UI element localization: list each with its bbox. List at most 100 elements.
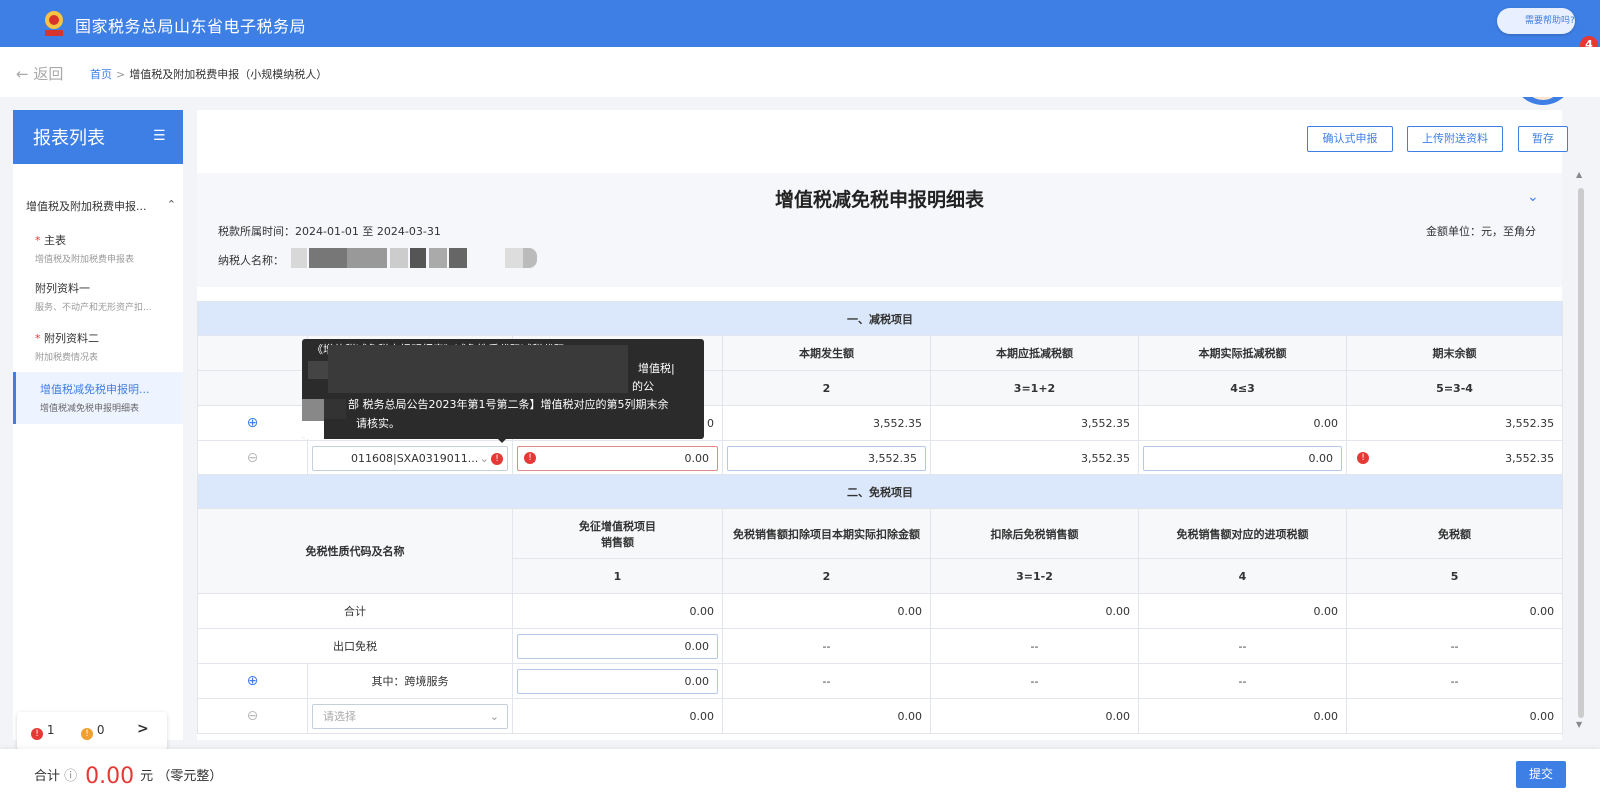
header-cell: 免税销售额对应的进项税额 xyxy=(1138,508,1347,559)
tooltip-line: 请核实。 xyxy=(356,417,400,430)
scrollbar[interactable]: ▲ ▼ xyxy=(1575,170,1585,730)
redacted-block xyxy=(308,361,328,379)
required-mark: * xyxy=(35,234,41,247)
add-row-icon[interactable]: ⊕ xyxy=(197,663,308,699)
amount-input[interactable]: 0.00 xyxy=(517,633,718,659)
chevron-down-icon: ⌄ xyxy=(479,451,489,465)
scroll-down-icon[interactable]: ▼ xyxy=(1576,720,1582,729)
tooltip-text: 增值税| xyxy=(638,362,675,375)
table-cell: -- xyxy=(722,663,931,699)
required-mark: * xyxy=(35,332,41,345)
taxpayer-label: 纳税人名称： xyxy=(218,254,284,267)
total-amount: 0.00 xyxy=(85,764,135,789)
header-cell: 扣除后免税销售额 xyxy=(930,508,1139,559)
header-cell: 本期实际抵减税额 xyxy=(1138,335,1347,371)
table-row: ⊖ 011608|SXA0319011... ⌄! ! 0.00 3,552.35 … xyxy=(197,440,1564,476)
error-count: 1 xyxy=(46,723,55,737)
table-row: 合计 0.00 0.00 0.00 0.00 0.00 xyxy=(197,593,1564,629)
relief-code-value: 011608|SXA0319011... xyxy=(351,451,479,465)
breadcrumb: 首页 > 增值税及附加税费申报（小规模纳税人） xyxy=(90,66,327,82)
sidebar-item-attachment-2[interactable]: * 附列资料二 附加税费情况表 xyxy=(35,330,183,363)
sidebar-item-attachment-1[interactable]: 附列资料一 服务、不动产和无形资产扣... xyxy=(35,280,183,313)
table-row: 出口免税 0.00 -- -- -- -- xyxy=(197,628,1564,664)
add-row-icon[interactable]: ⊕ xyxy=(197,405,308,441)
column-number: 4≤3 xyxy=(1138,370,1347,406)
upload-attachments-button[interactable]: 上传附送资料 xyxy=(1407,126,1503,152)
table-cell: 0.00 xyxy=(512,593,723,629)
header-cell xyxy=(197,370,308,406)
save-draft-button[interactable]: 暂存 xyxy=(1518,126,1568,152)
sidebar-item-desc: 增值税减免税申报明细表 xyxy=(40,404,140,414)
table-cell: 0.00 xyxy=(1138,440,1347,476)
amount-value: 3,552.35 xyxy=(1505,451,1555,465)
exemption-code-select[interactable]: 请选择 ⌄ xyxy=(312,703,508,729)
header-cell: 免税性质代码及名称 xyxy=(197,508,513,594)
chevron-up-icon[interactable]: ⌃ xyxy=(167,198,176,211)
scroll-thumb[interactable] xyxy=(1578,188,1584,718)
info-icon[interactable]: ⓘ xyxy=(64,769,77,784)
warning-icon: ! xyxy=(81,728,93,740)
sidebar-item-desc: 增值税及附加税费申报表 xyxy=(35,255,135,265)
table-cell: 请选择 ⌄ xyxy=(307,698,513,734)
amount-input[interactable]: 0.00 xyxy=(517,668,718,694)
table-cell: ! 0.00 xyxy=(512,440,723,476)
remove-row-icon[interactable]: ⊖ xyxy=(197,698,308,734)
redacted-block xyxy=(449,248,467,268)
error-icon: ! xyxy=(524,451,536,464)
amount-input[interactable]: 3,552.35 xyxy=(727,445,926,471)
sidebar-group-label: 增值税及附加税费申报... xyxy=(26,200,147,213)
exemption-table: 二、免税项目 免税性质代码及名称 免征增值税项目 销售额 免税销售额扣除项目本期… xyxy=(196,474,1564,734)
remove-row-icon[interactable]: ⊖ xyxy=(197,440,308,476)
column-number: 5=3-4 xyxy=(1345,370,1564,406)
chevron-down-icon[interactable]: ⌄ xyxy=(1527,189,1539,205)
redacted-block xyxy=(302,399,324,421)
sidebar-item-label: 主表 xyxy=(44,234,66,247)
amount-input[interactable]: 0.00 xyxy=(1143,445,1342,471)
confirm-declare-button[interactable]: 确认式申报 xyxy=(1307,126,1393,152)
validation-counter[interactable]: ! 1 ! 0 > xyxy=(17,712,167,750)
relief-code-select[interactable]: 011608|SXA0319011... ⌄! xyxy=(312,445,508,471)
sidebar-item-desc: 附加税费情况表 xyxy=(35,353,99,363)
column-number: 2 xyxy=(722,370,931,406)
row-label: 其中：跨境服务 xyxy=(307,663,513,699)
chevron-down-icon: ⌄ xyxy=(489,709,499,723)
table-cell: -- xyxy=(930,663,1139,699)
table-cell: 0.00 xyxy=(930,698,1139,734)
back-button[interactable]: ← 返回 xyxy=(16,63,63,84)
select-placeholder: 请选择 xyxy=(323,709,356,723)
scroll-up-icon[interactable]: ▲ xyxy=(1576,170,1582,179)
tax-emblem-icon xyxy=(45,11,63,36)
breadcrumb-home[interactable]: 首页 xyxy=(90,68,112,81)
table-cell: 3,552.35 xyxy=(1345,405,1564,441)
sidebar-item-vat-relief[interactable]: 增值税减免税申报明... 增值税减免税申报明细表 xyxy=(13,372,183,424)
chevron-right-icon[interactable]: > xyxy=(137,721,149,737)
table-cell: -- xyxy=(930,628,1139,664)
redacted-block xyxy=(302,421,324,439)
submit-button[interactable]: 提交 xyxy=(1516,761,1566,788)
table-row: ⊖ 请选择 ⌄ 0.00 0.00 0.00 0.00 0.00 xyxy=(197,698,1564,734)
table-cell: 0.00 xyxy=(1345,698,1564,734)
tooltip-line: 部 税务总局公告2023年第1号第二条】增值税对应的第5列期末余 xyxy=(348,398,669,411)
column-number: 5 xyxy=(1345,558,1564,594)
help-bubble[interactable]: 需要帮助吗? xyxy=(1497,8,1575,34)
header-cell xyxy=(197,335,308,371)
header-cell: 本期应抵减税额 xyxy=(930,335,1139,371)
table-cell: 0.00 xyxy=(1138,593,1347,629)
bottom-bar: 合计 ⓘ 0.00 元 （零元整） 提交 xyxy=(0,749,1600,802)
back-label: 返回 xyxy=(33,65,64,83)
redacted-block xyxy=(505,248,523,268)
table-cell: 0.00 xyxy=(930,593,1139,629)
menu-collapse-icon[interactable]: ☰ xyxy=(153,128,166,144)
row-label: 合计 xyxy=(197,593,513,629)
validation-tooltip: 《增值税减免税申报明细表》减免性质代码减税代码 【 增值税| 的公 部 税务总局… xyxy=(302,339,704,439)
error-icon: ! xyxy=(31,728,43,740)
amount-input[interactable]: ! 0.00 xyxy=(517,445,718,471)
sidebar-title: 报表列表 xyxy=(33,128,105,149)
sidebar-item-label: 附列资料一 xyxy=(35,282,90,295)
table-cell: 3,552.35 xyxy=(930,440,1139,476)
sidebar-item-desc: 服务、不动产和无形资产扣... xyxy=(35,303,152,313)
table-cell: -- xyxy=(722,628,931,664)
top-bar: 国家税务总局山东省电子税务局 需要帮助吗? xyxy=(0,0,1600,47)
sidebar-item-main[interactable]: * 主表 增值税及附加税费申报表 xyxy=(35,232,183,265)
sidebar-group[interactable]: 增值税及附加税费申报... ⌃ xyxy=(26,198,176,214)
